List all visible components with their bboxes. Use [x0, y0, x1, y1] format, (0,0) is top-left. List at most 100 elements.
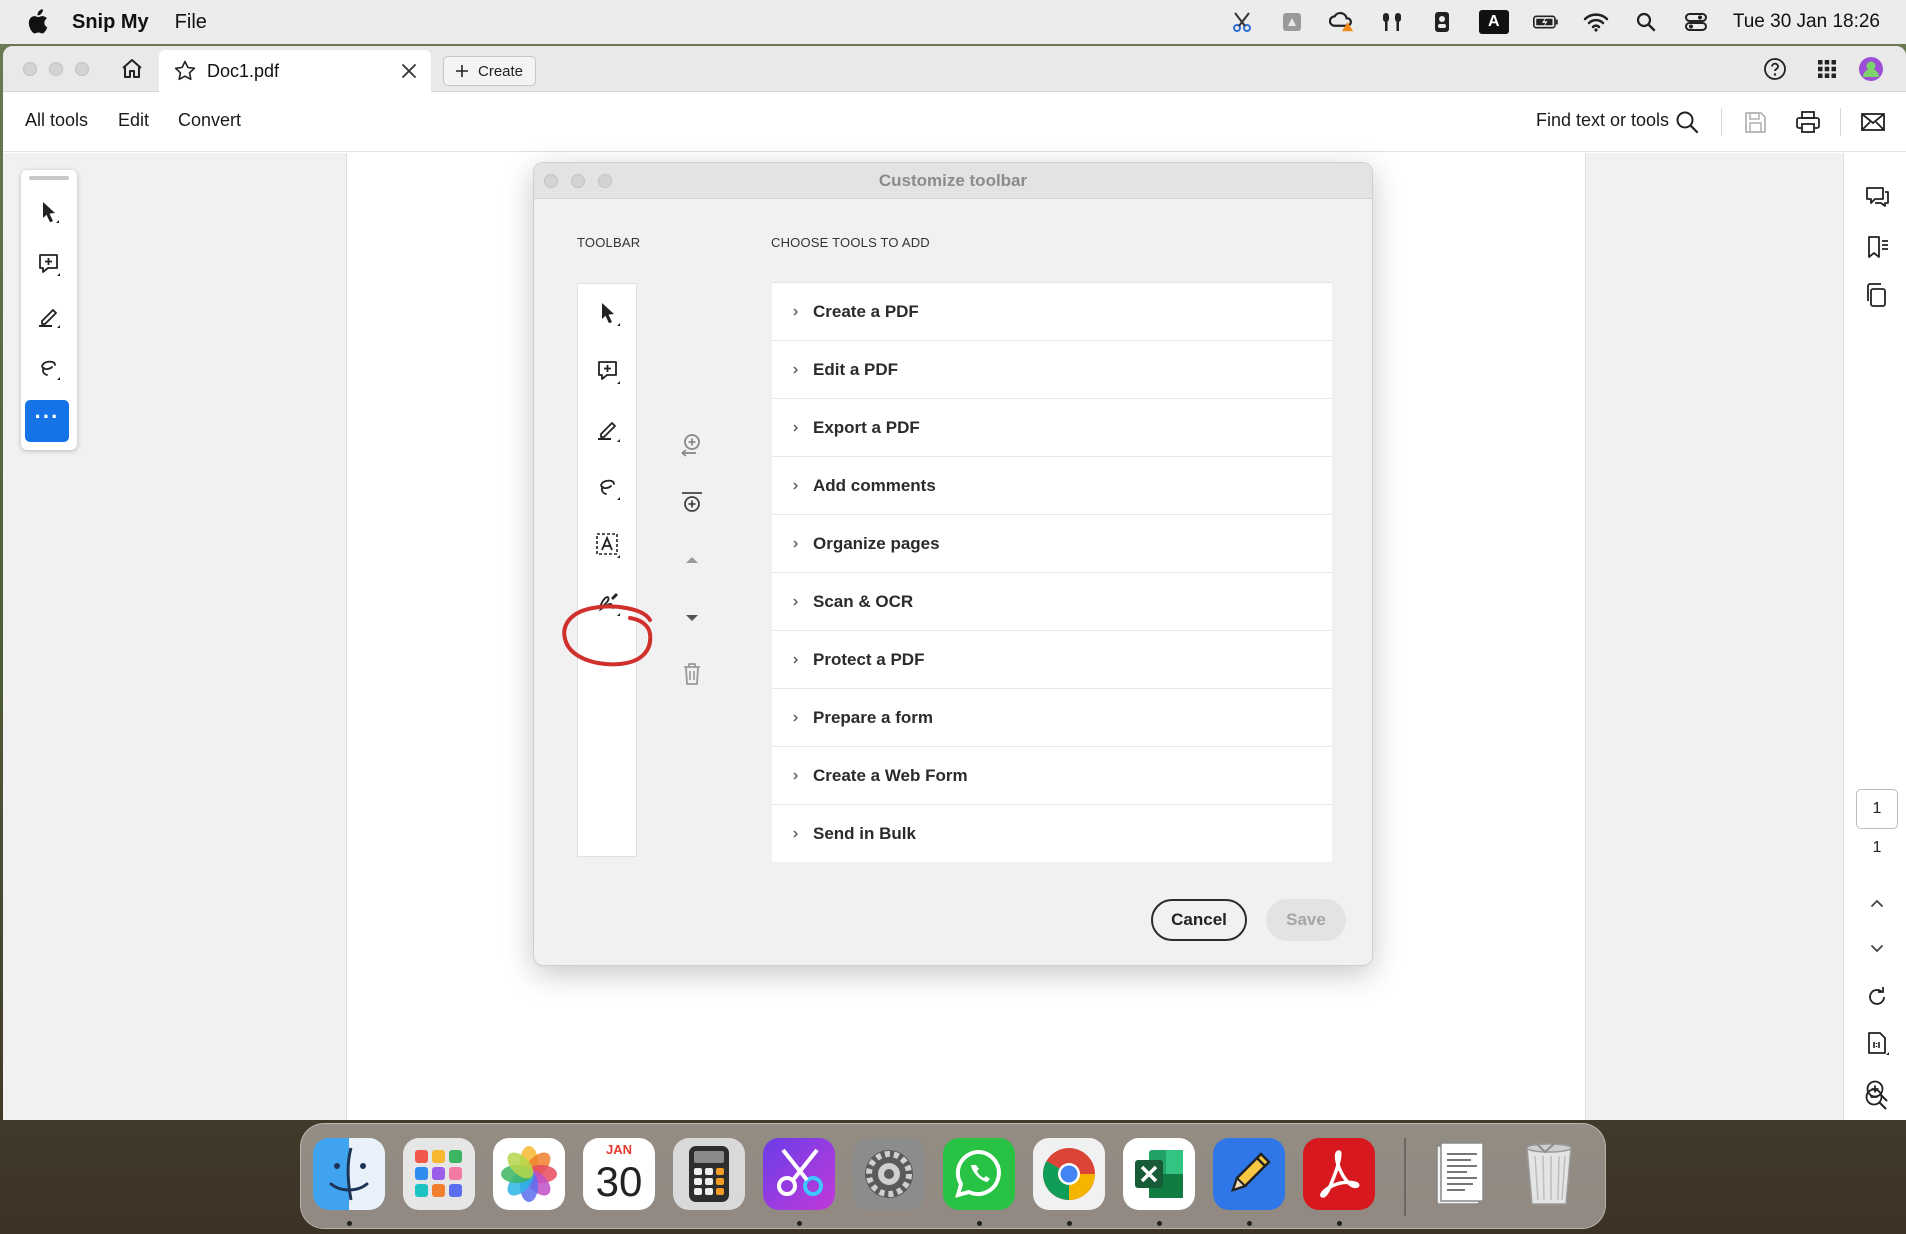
apple-icon[interactable] [26, 9, 48, 35]
move-down-icon[interactable] [678, 604, 706, 632]
control-center-icon[interactable] [1683, 9, 1709, 35]
nav-convert[interactable]: Convert [178, 110, 241, 131]
snip-my-app-icon[interactable] [763, 1138, 835, 1210]
search-icon[interactable] [1673, 108, 1701, 136]
page-thumbnails-icon[interactable] [1863, 281, 1891, 309]
delete-trash-icon[interactable] [678, 660, 706, 688]
apps-grid-icon[interactable] [1813, 55, 1841, 83]
menu-file[interactable]: File [175, 11, 207, 34]
chevron-right-icon [793, 482, 798, 489]
total-pages: 1 [1872, 839, 1882, 856]
add-to-toolbar-icon[interactable] [678, 430, 706, 458]
id-badge-icon[interactable] [1429, 9, 1455, 35]
nav-all-tools[interactable]: All tools [25, 110, 88, 131]
tool-category-row[interactable]: Scan & OCR [772, 573, 1332, 630]
text-field-icon[interactable] [593, 530, 623, 560]
zoom-out-icon[interactable] [1862, 1085, 1890, 1113]
tool-category-row[interactable]: Protect a PDF [772, 631, 1332, 688]
highlight-pen-icon[interactable] [35, 302, 63, 330]
star-icon[interactable] [173, 59, 197, 83]
window-minimize-button[interactable] [49, 62, 63, 76]
airpods-icon[interactable] [1379, 9, 1405, 35]
profile-avatar-icon[interactable] [1857, 55, 1885, 83]
calculator-icon[interactable] [673, 1138, 745, 1210]
find-text-or-tools[interactable]: Find text or tools [1536, 110, 1669, 131]
photos-icon[interactable] [493, 1138, 565, 1210]
input-source-icon[interactable]: A [1478, 10, 1509, 34]
save-button[interactable]: Save [1266, 899, 1346, 941]
wifi-icon[interactable] [1583, 9, 1609, 35]
chevron-right-icon [793, 830, 798, 837]
cancel-button[interactable]: Cancel [1151, 899, 1247, 941]
app-menu-snip-my[interactable]: Snip My [72, 11, 149, 34]
document-tab[interactable]: Doc1.pdf [159, 50, 431, 92]
drive-icon[interactable] [1279, 9, 1305, 35]
print-icon[interactable] [1794, 108, 1822, 136]
tool-category-label: Export a PDF [813, 417, 920, 437]
tool-category-label: Protect a PDF [813, 649, 925, 669]
available-tools-list: Create a PDF Edit a PDF Export a PDF Add co… [772, 282, 1332, 862]
running-indicator [1247, 1221, 1252, 1226]
current-page-input[interactable]: 1 [1856, 789, 1898, 829]
comments-panel-icon[interactable] [1863, 183, 1891, 211]
trash-icon[interactable] [1513, 1138, 1585, 1210]
tool-category-row[interactable]: Prepare a form [772, 689, 1332, 746]
tool-category-row[interactable]: Create a Web Form [772, 747, 1332, 804]
chevron-right-icon [793, 714, 798, 721]
move-up-icon[interactable] [678, 546, 706, 574]
highlight-pen-icon[interactable] [593, 414, 623, 444]
battery-charging-icon[interactable] [1532, 9, 1559, 35]
rotate-view-icon[interactable] [1863, 983, 1891, 1011]
tool-category-row[interactable]: Send in Bulk [772, 805, 1332, 862]
tool-category-row[interactable]: Organize pages [772, 515, 1332, 572]
nav-edit[interactable]: Edit [118, 110, 149, 131]
whatsapp-icon[interactable] [943, 1138, 1015, 1210]
previous-page-icon[interactable] [1863, 889, 1891, 917]
window-zoom-button[interactable] [75, 62, 89, 76]
acrobat-icon[interactable] [1303, 1138, 1375, 1210]
select-pointer-icon[interactable] [35, 198, 63, 226]
toolbar-drag-handle[interactable] [29, 176, 69, 180]
save-disk-icon[interactable] [1741, 108, 1769, 136]
help-icon[interactable] [1761, 55, 1789, 83]
scissors-icon[interactable] [1229, 9, 1255, 35]
add-comment-icon[interactable] [35, 250, 63, 278]
excel-icon[interactable] [1123, 1138, 1195, 1210]
menu-clock[interactable]: Tue 30 Jan 18:26 [1733, 11, 1880, 33]
spotlight-search-icon[interactable] [1633, 9, 1659, 35]
launchpad-icon[interactable] [403, 1138, 475, 1210]
tool-category-row[interactable]: Export a PDF [772, 399, 1332, 456]
chrome-icon[interactable] [1033, 1138, 1105, 1210]
finder-icon[interactable] [313, 1138, 385, 1210]
document-tab-title: Doc1.pdf [207, 60, 280, 81]
calendar-icon[interactable]: JAN 30 [583, 1138, 655, 1210]
calendar-month: JAN [605, 1142, 632, 1157]
tool-category-label: Organize pages [813, 533, 940, 553]
chevron-right-icon [793, 598, 798, 605]
create-tab-button[interactable]: Create [443, 56, 536, 86]
email-icon[interactable] [1859, 108, 1887, 136]
bookmarks-panel-icon[interactable] [1863, 233, 1891, 261]
fit-page-icon[interactable] [1863, 1029, 1891, 1057]
home-icon[interactable] [118, 55, 146, 83]
tool-category-row[interactable]: Edit a PDF [772, 341, 1332, 398]
current-toolbar-list [577, 283, 637, 857]
tool-category-row[interactable]: Add comments [772, 457, 1332, 514]
document-stack-icon[interactable] [1423, 1138, 1495, 1210]
add-divider-icon[interactable] [678, 488, 706, 516]
creative-cloud-warning-icon[interactable] [1328, 9, 1355, 35]
next-page-icon[interactable] [1863, 935, 1891, 963]
running-indicator [1157, 1221, 1162, 1226]
system-settings-icon[interactable] [853, 1138, 925, 1210]
draw-freehand-icon[interactable] [35, 354, 63, 382]
draw-freehand-icon[interactable] [593, 472, 623, 502]
pencil-app-icon[interactable] [1213, 1138, 1285, 1210]
close-tab-icon[interactable] [399, 61, 419, 81]
tool-category-label: Add comments [813, 475, 936, 495]
window-close-button[interactable] [23, 62, 37, 76]
select-pointer-icon[interactable] [593, 298, 623, 328]
chevron-right-icon [793, 772, 798, 779]
more-tools-button[interactable]: ··· [25, 400, 69, 442]
tool-category-row[interactable]: Create a PDF [772, 283, 1332, 340]
add-comment-icon[interactable] [593, 356, 623, 386]
